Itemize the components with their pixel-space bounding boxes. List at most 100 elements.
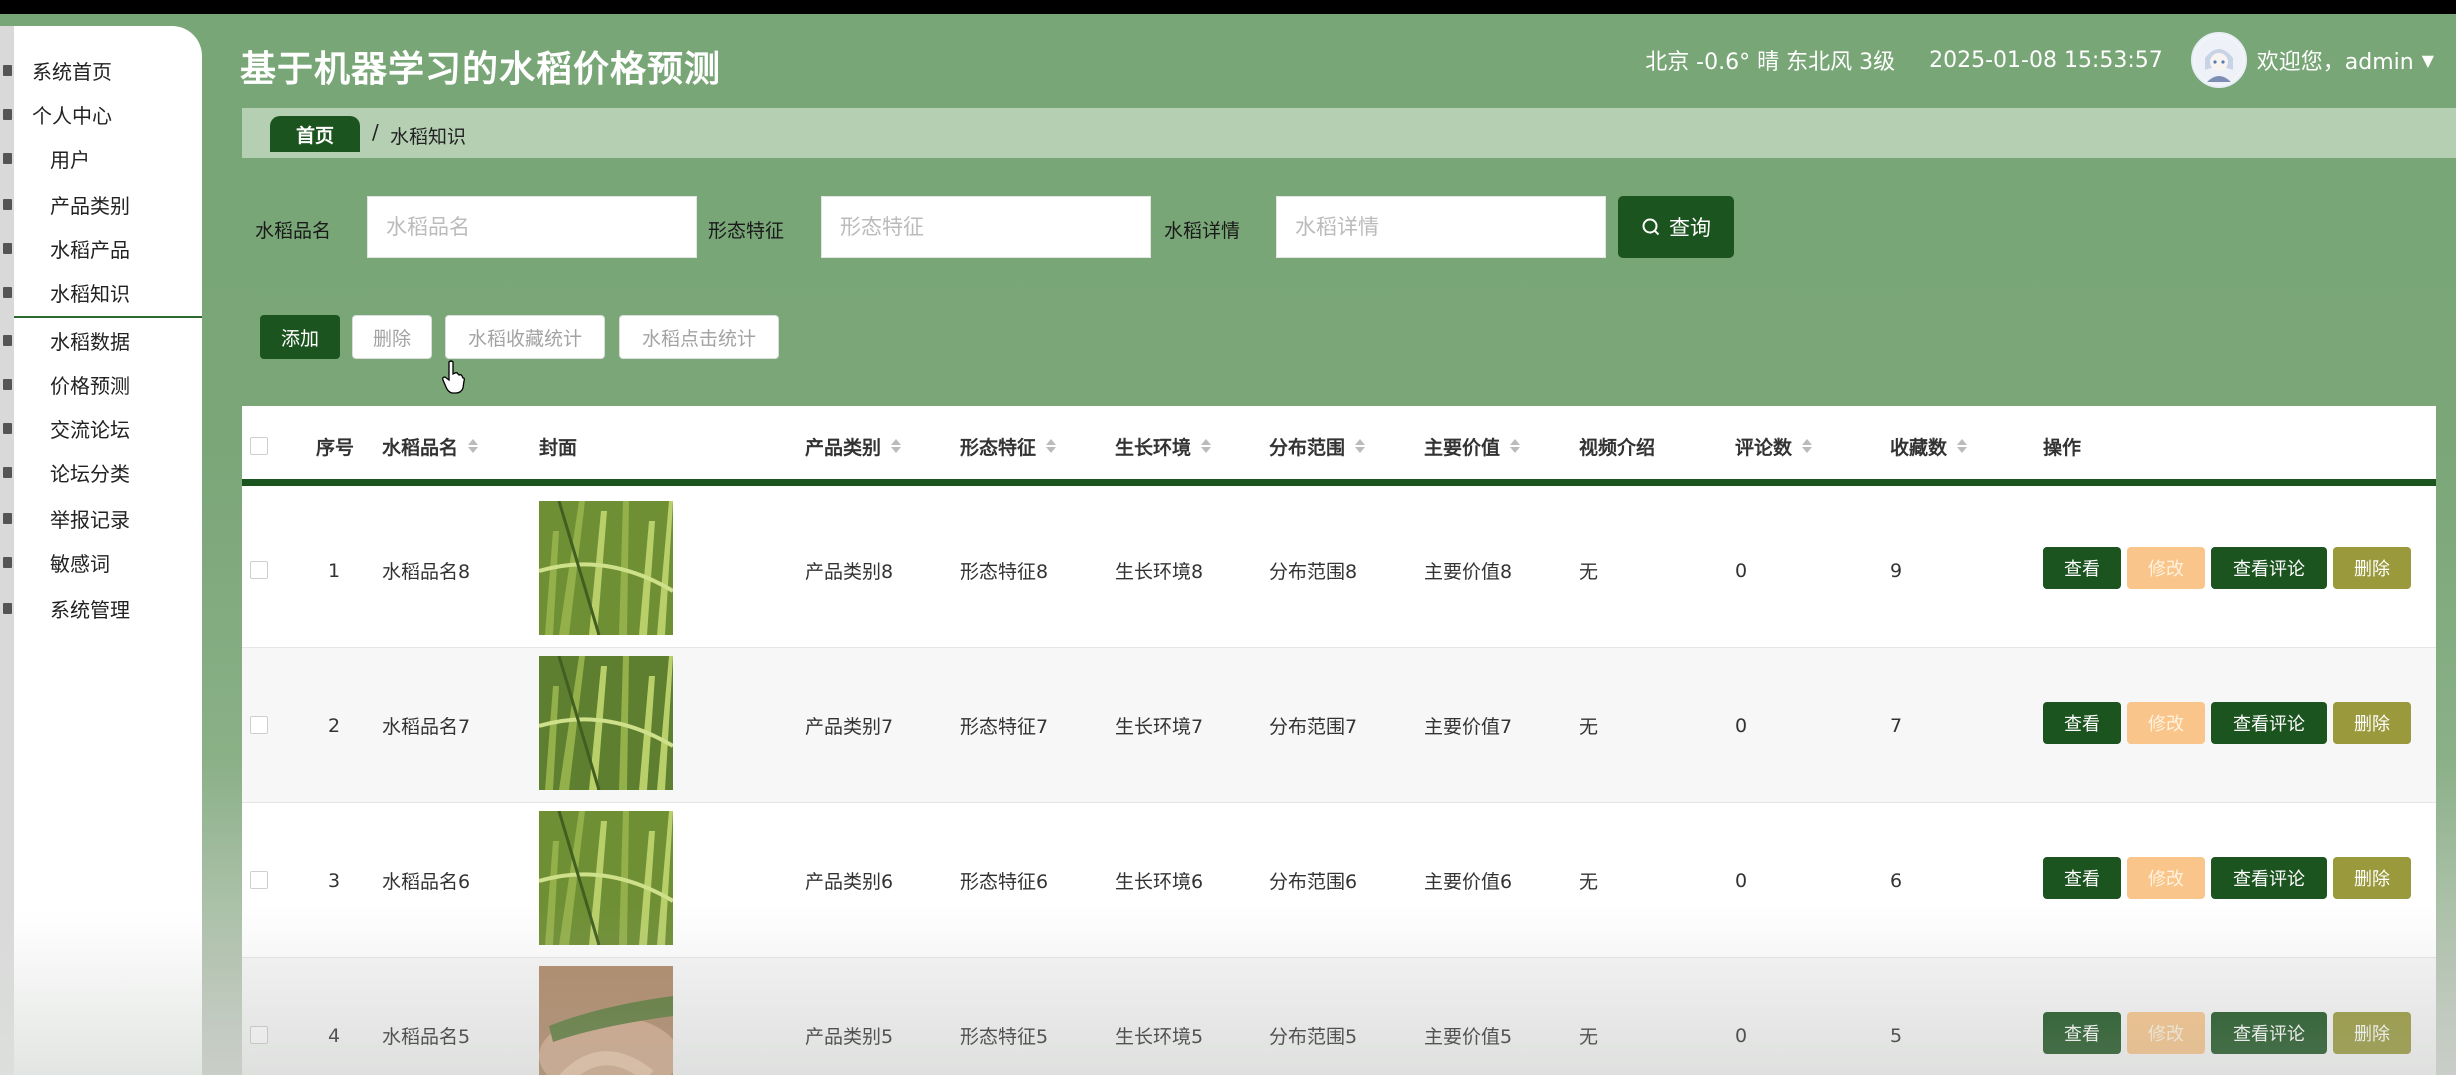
sidebar-item-7[interactable]: 价格预测 [0,362,202,406]
cell-name: 水稻品名8 [382,561,471,583]
column-header-env[interactable]: 生长环境 [1115,406,1212,486]
breadcrumb-home[interactable]: 首页 [270,116,360,152]
cell-no: 4 [328,1024,341,1047]
delete-button[interactable]: 删除 [2333,1012,2411,1054]
delete-button[interactable]: 删除 [2333,547,2411,589]
sort-icon[interactable] [1510,439,1521,453]
sidebar-item-12[interactable]: 系统管理 [0,586,202,630]
sidebar-item-9[interactable]: 论坛分类 [0,450,202,494]
sidebar-item-10[interactable]: 举报记录 [0,496,202,540]
home-icon [0,60,14,80]
cover-image [539,501,673,635]
sidebar-item-0[interactable]: 系统首页 [0,48,202,92]
sort-icon[interactable] [1201,439,1212,453]
search-name-input[interactable] [367,196,697,258]
search-morph-input[interactable] [821,196,1151,258]
view-comments-button[interactable]: 查看评论 [2211,857,2327,899]
edit-button[interactable]: 修改 [2127,547,2205,589]
edit-button[interactable]: 修改 [2127,857,2205,899]
datetime: 2025-01-08 15:53:57 [1929,47,2163,73]
sort-icon[interactable] [468,439,479,453]
search-detail-input[interactable] [1276,196,1606,258]
cell-category: 产品类别8 [805,561,894,583]
table-row[interactable]: 3 水稻品名6 产品类别6 形态特征6 生长环境6 分布范围6 主要价值6 无 0 6 查看 修改 查看… [242,803,2436,958]
sort-icon[interactable] [1802,439,1813,453]
table-row[interactable]: 1 水稻品名8 产品类别8 形态特征8 生长环境8 分布范围8 主要价值8 无 0 9 查看 修改 查看… [242,493,2436,648]
cell-value: 主要价值6 [1424,871,1513,893]
search-name-label: 水稻品名 [255,220,332,242]
chevron-down-icon[interactable]: ▼ [2422,51,2434,70]
column-header-label: 封面 [539,436,578,459]
column-header-label: 视频介绍 [1579,436,1656,459]
welcome-user-dropdown[interactable]: 欢迎您，admin [2257,44,2414,76]
table-header: 序号 水稻品名 封面 产品类别 形态特征 生长环境 分布范围 主要价值 视频介绍 评论数 收藏数 操作 [242,406,2436,486]
sidebar-item-label: 举报记录 [50,507,130,532]
row-checkbox[interactable] [250,716,268,734]
sidebar-item-label: 水稻数据 [50,329,130,354]
column-header-value[interactable]: 主要价值 [1424,406,1521,486]
column-header-label: 产品类别 [805,436,882,459]
sidebar-item-label: 论坛分类 [50,461,130,486]
column-header-label: 序号 [316,436,355,459]
cell-morph: 形态特征5 [960,1026,1049,1048]
column-header-video: 视频介绍 [1579,406,1655,486]
column-header-category[interactable]: 产品类别 [805,406,902,486]
sidebar-item-label: 价格预测 [50,373,130,398]
edit-button[interactable]: 修改 [2127,1012,2205,1054]
avatar[interactable] [2190,32,2247,88]
bar-chart-icon [0,508,14,528]
column-header-favs[interactable]: 收藏数 [1890,406,1968,486]
sidebar-item-11[interactable]: 敏感词 [0,540,202,584]
cell-value: 主要价值7 [1424,716,1513,738]
sidebar-item-6[interactable]: 水稻数据 [0,318,202,362]
row-checkbox[interactable] [250,1026,268,1044]
sort-icon[interactable] [891,439,902,453]
edit-button[interactable]: 修改 [2127,702,2205,744]
sort-icon[interactable] [1957,439,1968,453]
add-button[interactable]: 添加 [260,315,340,359]
data-table: 序号 水稻品名 封面 产品类别 形态特征 生长环境 分布范围 主要价值 视频介绍 评论数 收藏数 操作… [242,406,2436,1075]
row-checkbox[interactable] [250,871,268,889]
cell-comments: 0 [1735,1024,1748,1047]
fav-stats-button[interactable]: 水稻收藏统计 [445,315,605,359]
batch-delete-button[interactable]: 删除 [352,315,432,359]
column-header-morph[interactable]: 形态特征 [960,406,1057,486]
view-comments-button[interactable]: 查看评论 [2211,1012,2327,1054]
sidebar-item-label: 系统首页 [32,59,112,84]
sidebar-item-5[interactable]: 水稻知识 [0,270,202,314]
sidebar-item-2[interactable]: 用户 [0,136,202,180]
cell-env: 生长环境6 [1115,871,1204,893]
view-button[interactable]: 查看 [2043,547,2121,589]
delete-button[interactable]: 删除 [2333,702,2411,744]
cell-category: 产品类别7 [805,716,894,738]
cell-value: 主要价值8 [1424,561,1513,583]
cell-name: 水稻品名5 [382,1026,471,1048]
sidebar-item-8[interactable]: 交流论坛 [0,406,202,450]
edit-icon [0,374,14,394]
select-all-checkbox[interactable] [250,437,268,455]
click-stats-button[interactable]: 水稻点击统计 [619,315,779,359]
sort-icon[interactable] [1046,439,1057,453]
sidebar-item-3[interactable]: 产品类别 [0,182,202,226]
sidebar-item-label: 交流论坛 [50,417,130,442]
column-header-comments[interactable]: 评论数 [1735,406,1813,486]
cell-morph: 形态特征8 [960,561,1049,583]
row-checkbox[interactable] [250,561,268,579]
sidebar-item-4[interactable]: 水稻产品 [0,226,202,270]
table-row[interactable]: 2 水稻品名7 产品类别7 形态特征7 生长环境7 分布范围7 主要价值7 无 0 7 查看 修改 查看… [242,648,2436,803]
table-row[interactable]: 4 水稻品名5 产品类别5 形态特征5 生长环境5 分布范围5 主要价值5 无 0 5 查看 修改 查看… [242,958,2436,1075]
query-button[interactable]: 查询 [1618,196,1734,258]
column-header-label: 形态特征 [960,436,1037,459]
cell-morph: 形态特征6 [960,871,1049,893]
sort-icon[interactable] [1355,439,1366,453]
view-comments-button[interactable]: 查看评论 [2211,702,2327,744]
column-header-range[interactable]: 分布范围 [1269,406,1366,486]
delete-button[interactable]: 删除 [2333,857,2411,899]
view-button[interactable]: 查看 [2043,1012,2121,1054]
view-comments-button[interactable]: 查看评论 [2211,547,2327,589]
view-button[interactable]: 查看 [2043,857,2121,899]
column-header-name[interactable]: 水稻品名 [382,406,479,486]
view-button[interactable]: 查看 [2043,702,2121,744]
sidebar-item-1[interactable]: 个人中心 [0,92,202,136]
weather-info: 北京 -0.6° 晴 东北风 3级 [1645,50,1896,75]
